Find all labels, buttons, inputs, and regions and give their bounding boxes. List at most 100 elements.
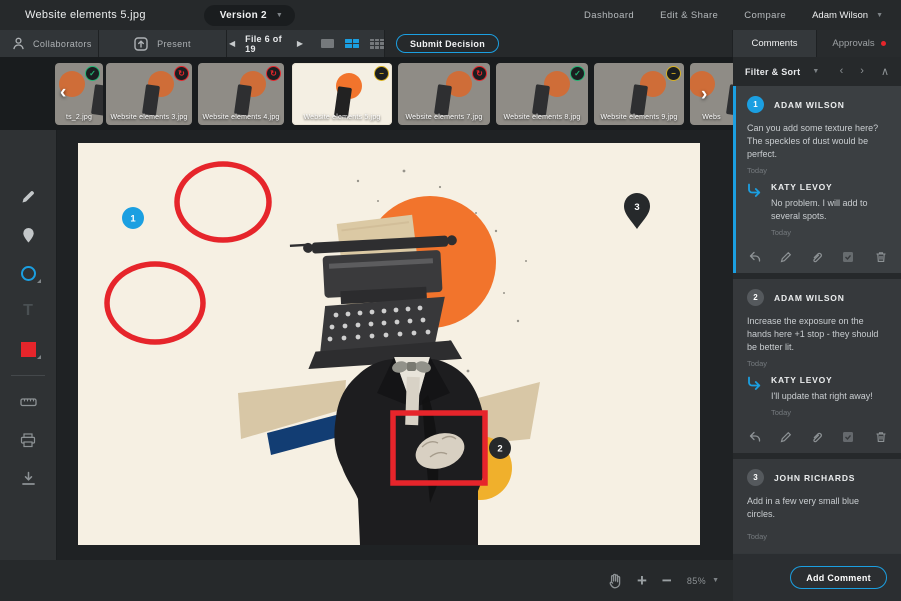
comment-text: Increase the exposure on the hands here … <box>747 315 889 354</box>
ellipse-tool-button[interactable] <box>0 254 57 292</box>
submit-decision-button[interactable]: Submit Decision <box>396 34 499 53</box>
zoom-in-button[interactable]: + <box>637 571 647 591</box>
filter-sort-button[interactable]: Filter & Sort <box>745 67 800 77</box>
comment-author: ADAM WILSON <box>774 293 845 303</box>
comment-number-badge: 3 <box>747 469 764 486</box>
attachment-icon[interactable] <box>811 431 823 443</box>
attachment-icon[interactable] <box>811 251 823 263</box>
typewriter-shape <box>290 235 463 370</box>
pencil-icon <box>20 189 36 205</box>
hand-icon <box>607 573 622 589</box>
file-title: Website elements 5.jpg <box>25 9 146 21</box>
draw-tool-button[interactable] <box>0 178 57 216</box>
thumbnail-label: Webs <box>690 114 733 121</box>
svg-text:2: 2 <box>497 444 502 455</box>
comment-time: Today <box>747 166 889 175</box>
text-tool-button[interactable]: T <box>0 292 57 330</box>
thumbnail-file-9[interactable]: − Website elements 9.jpg <box>594 63 684 125</box>
file-navigation: ◀ File 6 of 19 ▶ <box>227 30 385 57</box>
chevron-down-icon: ▼ <box>712 577 719 584</box>
comment-author: JOHN RICHARDS <box>774 473 855 483</box>
thumbnail-file-next[interactable]: Webs <box>690 63 733 125</box>
canvas-area[interactable]: 1 2 3 <box>57 130 733 560</box>
comment-card-3[interactable]: 3 JOHN RICHARDS Add in a few very small … <box>733 459 901 553</box>
comment-card-2[interactable]: 2 ADAM WILSON Increase the exposure on t… <box>733 279 901 453</box>
tab-approvals[interactable]: Approvals <box>817 30 901 57</box>
thumbnail-file-7[interactable]: ↻ Website elements 7.jpg <box>398 63 490 125</box>
delete-icon[interactable] <box>875 431 887 443</box>
print-button[interactable] <box>0 421 57 459</box>
thumbnail-label: Website elements 3.jpg <box>106 114 192 121</box>
text-tool-icon: T <box>23 302 33 320</box>
previous-comment-icon[interactable]: ‹ <box>840 65 844 78</box>
printer-icon <box>20 433 36 448</box>
reply-icon[interactable] <box>749 251 761 263</box>
thumbnail-file-4[interactable]: ↻ Website elements 4.jpg <box>198 63 284 125</box>
measure-tool-button[interactable] <box>0 383 57 421</box>
color-swatch-button[interactable] <box>0 330 57 368</box>
toolbar-spacer: Submit Decision <box>385 30 733 57</box>
comment-text: Add in a few very small blue circles. <box>747 495 889 521</box>
changes-badge-icon: ↻ <box>266 66 281 81</box>
nav-edit-share[interactable]: Edit & Share <box>660 10 718 21</box>
view-mode-icons <box>321 39 384 49</box>
svg-text:1: 1 <box>130 214 136 225</box>
reply-text: No problem. I will add to several spots. <box>771 197 889 223</box>
artwork: 1 2 3 <box>78 143 700 545</box>
tab-comments[interactable]: Comments <box>733 30 817 57</box>
present-button[interactable]: Present <box>99 30 227 57</box>
version-selector[interactable]: Version 2 ▼ <box>204 5 295 26</box>
thumbnail-label: Website elements 5.jpg <box>292 114 392 121</box>
comment-card-1[interactable]: 1 ADAM WILSON Can you add some texture h… <box>733 86 901 273</box>
user-menu[interactable]: Adam Wilson ▼ <box>812 10 883 21</box>
nav-compare[interactable]: Compare <box>744 10 786 21</box>
comment-reply: KATY LEVOY I'll update that right away! … <box>747 375 889 424</box>
changes-badge-icon: ↻ <box>174 66 189 81</box>
single-view-icon[interactable] <box>321 39 334 48</box>
zoom-level-selector[interactable]: 85% ▼ <box>687 576 719 586</box>
edit-icon[interactable] <box>780 251 792 263</box>
thumbnail-file-8[interactable]: ✓ Website elements 8.jpg <box>496 63 588 125</box>
scroll-right-icon[interactable]: › <box>701 85 707 104</box>
grid-view-icon[interactable] <box>370 39 384 49</box>
collaborators-button[interactable]: Collaborators <box>0 30 99 57</box>
toolbar: Collaborators Present ◀ File 6 of 19 ▶ S… <box>0 30 901 57</box>
pan-tool-button[interactable] <box>607 573 622 589</box>
collapse-panel-icon[interactable]: ∧ <box>881 65 889 78</box>
marker-2[interactable]: 2 <box>489 437 511 459</box>
comments-panel: Filter & Sort ▼ ‹ › ∧ 1 ADAM WILSON Can … <box>733 57 901 601</box>
resolve-checkbox-icon[interactable] <box>842 251 854 263</box>
nav-dashboard[interactable]: Dashboard <box>584 10 634 21</box>
comment-text: Can you add some texture here? The speck… <box>747 122 889 161</box>
delete-icon[interactable] <box>875 251 887 263</box>
thumbnail-file-5-selected[interactable]: − Website elements 5.jpg <box>292 63 392 125</box>
next-comment-icon[interactable]: › <box>860 65 864 78</box>
marker-3[interactable]: 3 <box>624 193 650 229</box>
thumbnail-label: Website elements 9.jpg <box>594 114 684 121</box>
pin-tool-button[interactable] <box>0 216 57 254</box>
red-swatch-icon <box>21 342 36 357</box>
previous-file-button[interactable]: ◀ <box>227 39 237 48</box>
file-position: File 6 of 19 <box>245 34 287 54</box>
pending-badge-icon: − <box>666 66 681 81</box>
approved-badge-icon: ✓ <box>85 66 100 81</box>
reply-icon[interactable] <box>749 431 761 443</box>
edit-icon[interactable] <box>780 431 792 443</box>
artboard[interactable]: 1 2 3 <box>78 143 700 545</box>
reply-branch-icon <box>747 376 762 391</box>
reply-time: Today <box>771 408 873 417</box>
tool-sidebar: T <box>0 130 57 560</box>
next-file-button[interactable]: ▶ <box>295 39 305 48</box>
suit-figure-shape <box>334 357 486 545</box>
scroll-left-icon[interactable]: ‹ <box>60 83 66 102</box>
download-button[interactable] <box>0 459 57 497</box>
reply-author: KATY LEVOY <box>771 375 873 385</box>
divider <box>11 375 45 376</box>
thumbnail-file-3[interactable]: ↻ Website elements 3.jpg <box>106 63 192 125</box>
marker-1[interactable]: 1 <box>122 207 144 229</box>
thumbnail-label: ts_2.jpg <box>55 114 103 121</box>
resolve-checkbox-icon[interactable] <box>842 431 854 443</box>
add-comment-button[interactable]: Add Comment <box>790 566 887 589</box>
zoom-out-button[interactable]: − <box>662 571 672 591</box>
filmstrip-view-icon[interactable] <box>345 39 359 48</box>
